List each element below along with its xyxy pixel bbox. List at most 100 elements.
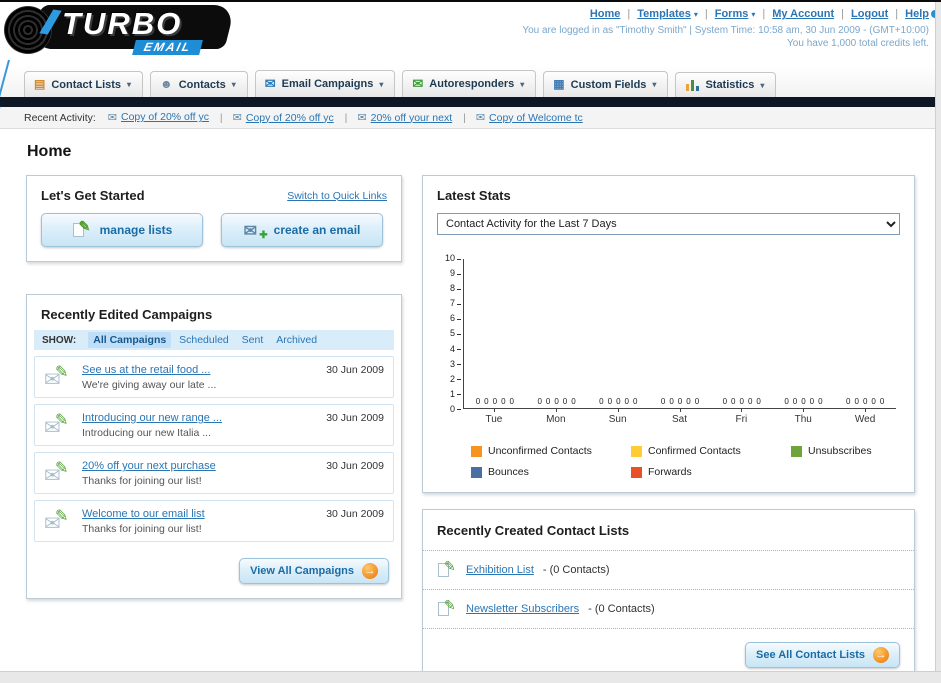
top-nav-item[interactable]: Logout ▾ bbox=[834, 8, 888, 20]
nav-tab[interactable]: Custom Fields ▾ bbox=[543, 71, 669, 97]
logo-subtext: EMAIL bbox=[132, 40, 204, 55]
recent-activity-item[interactable]: ✉ Copy of 20% off yc bbox=[108, 111, 209, 124]
chart-value-group: 00000 bbox=[711, 397, 773, 406]
main-navigation: Contact Lists ▾ Contacts ▾ Email Campaig… bbox=[0, 66, 941, 97]
nav-tab[interactable]: Autoresponders ▾ bbox=[402, 70, 537, 97]
campaign-title-link[interactable]: See us at the retail food ... bbox=[82, 364, 318, 376]
chart-y-axis: 10 9 8 7 6 5 4 3 2 1 0 bbox=[441, 253, 463, 415]
create-email-button[interactable]: ✉ ✚ create an email bbox=[221, 213, 383, 247]
contact-list-link[interactable]: Newsletter Subscribers bbox=[466, 603, 579, 615]
edit-list-icon: ✎ bbox=[437, 558, 457, 579]
nav-tab[interactable]: Email Campaigns ▾ bbox=[254, 70, 396, 97]
top-nav-item[interactable]: Help ▾ bbox=[888, 8, 929, 20]
recent-activity-link[interactable]: Copy of 20% off yc bbox=[121, 111, 209, 123]
campaign-row[interactable]: ✉ ✎ 20% off your next purchase Thanks fo… bbox=[34, 452, 394, 494]
top-nav-link[interactable]: Help bbox=[905, 8, 929, 20]
campaign-row[interactable]: ✉ ✎ See us at the retail food ... We're … bbox=[34, 356, 394, 398]
campaign-filter-tab[interactable]: Sent bbox=[237, 332, 269, 348]
campaign-filter-tab[interactable]: All Campaigns bbox=[88, 332, 172, 348]
chart-value-group: 00000 bbox=[587, 397, 649, 406]
y-axis-tick-label: 6 bbox=[441, 313, 463, 324]
campaign-date: 30 Jun 2009 bbox=[326, 508, 384, 520]
legend-item: Forwards bbox=[631, 466, 791, 478]
recent-activity-item[interactable]: ✉ Copy of 20% off yc bbox=[220, 111, 334, 125]
campaign-row[interactable]: ✉ ✎ Welcome to our email list Thanks for… bbox=[34, 500, 394, 542]
stats-period-select[interactable]: Contact Activity for the Last 7 Days bbox=[437, 213, 900, 235]
recent-activity-label: Recent Activity: bbox=[24, 111, 96, 124]
top-nav-link[interactable]: Templates bbox=[637, 8, 691, 20]
nav-tab[interactable]: Statistics ▾ bbox=[675, 72, 777, 97]
recent-contact-lists-title: Recently Created Contact Lists bbox=[437, 523, 630, 538]
recent-campaigns-title: Recently Edited Campaigns bbox=[41, 307, 213, 322]
recent-activity-link[interactable]: Copy of 20% off yc bbox=[246, 112, 334, 124]
campaign-row[interactable]: ✉ ✎ Introducing our new range ... Introd… bbox=[34, 404, 394, 446]
y-axis-tick-label: 10 bbox=[441, 253, 463, 264]
header: TURBO EMAIL Home ▾ Templates ▾ bbox=[0, 2, 941, 105]
edit-list-icon: ✎ bbox=[437, 597, 457, 618]
top-nav-item[interactable]: My Account ▾ bbox=[755, 8, 834, 20]
top-nav-link[interactable]: Forms bbox=[715, 8, 749, 20]
get-started-panel: Let's Get Started Switch to Quick Links … bbox=[26, 175, 402, 262]
nav-tab[interactable]: Contact Lists ▾ bbox=[24, 71, 144, 97]
pencil-icon: ✎ bbox=[444, 558, 456, 574]
top-nav-item[interactable]: Home ▾ bbox=[590, 8, 621, 20]
legend-label: Confirmed Contacts bbox=[648, 445, 741, 457]
nav-tab-label: Statistics bbox=[705, 79, 755, 91]
see-all-contact-lists-button[interactable]: See All Contact Lists → bbox=[744, 642, 900, 668]
x-axis-label: Mon bbox=[525, 409, 587, 425]
campaign-title-link[interactable]: Welcome to our email list bbox=[82, 508, 318, 520]
manage-lists-button[interactable]: ✎ manage lists bbox=[41, 213, 203, 247]
recent-activity-list: ✉ Copy of 20% off yc ✉ Copy of 20% off y… bbox=[100, 111, 583, 125]
app-logo[interactable]: TURBO EMAIL bbox=[4, 5, 244, 57]
top-nav-link[interactable]: My Account bbox=[772, 8, 834, 20]
nav-tab[interactable]: Contacts ▾ bbox=[150, 71, 248, 97]
email-campaigns-icon bbox=[265, 77, 276, 91]
switch-quick-links-link[interactable]: Switch to Quick Links bbox=[287, 190, 387, 202]
x-axis-label: Fri bbox=[710, 409, 772, 425]
recent-activity-link[interactable]: 20% off your next bbox=[371, 112, 453, 124]
campaign-filter-tab[interactable]: Scheduled bbox=[174, 332, 234, 348]
recent-activity-bar: Recent Activity: ✉ Copy of 20% off yc ✉ … bbox=[0, 107, 941, 129]
contact-list-item[interactable]: ✎ Exhibition List - (0 Contacts) bbox=[423, 551, 914, 590]
arrow-right-icon: → bbox=[362, 563, 378, 579]
campaign-title-link[interactable]: 20% off your next purchase bbox=[82, 460, 318, 472]
chevron-down-icon: ▾ bbox=[379, 79, 384, 89]
manage-lists-label: manage lists bbox=[99, 223, 173, 237]
data-value-label: 0 bbox=[731, 397, 736, 406]
see-all-contact-lists-label: See All Contact Lists bbox=[755, 649, 865, 661]
contact-list-item[interactable]: ✎ Newsletter Subscribers - (0 Contacts) bbox=[423, 590, 914, 629]
data-value-label: 0 bbox=[879, 397, 885, 406]
campaign-date: 30 Jun 2009 bbox=[326, 412, 384, 424]
recent-activity-link[interactable]: Copy of Welcome tc bbox=[489, 112, 583, 124]
campaign-filter-tab[interactable]: Archived bbox=[271, 332, 322, 348]
data-value-label: 0 bbox=[537, 397, 542, 406]
data-value-label: 0 bbox=[747, 397, 753, 406]
pencil-icon: ✎ bbox=[78, 218, 91, 234]
nav-tab-label: Custom Fields bbox=[570, 78, 647, 91]
data-value-label: 0 bbox=[624, 397, 629, 406]
recent-activity-item[interactable]: ✉ Copy of Welcome tc bbox=[463, 111, 583, 125]
chevron-down-icon: ▾ bbox=[652, 80, 657, 89]
top-nav-link[interactable]: Home bbox=[590, 8, 621, 20]
top-nav-link[interactable]: Logout bbox=[851, 8, 888, 20]
campaign-title-link[interactable]: Introducing our new range ... bbox=[82, 412, 318, 424]
view-all-campaigns-button[interactable]: View All Campaigns → bbox=[239, 558, 389, 584]
envelope-icon: ✉ bbox=[475, 112, 486, 125]
top-nav-item[interactable]: Forms ▾ bbox=[698, 8, 756, 20]
chart-value-group: 00000 bbox=[526, 397, 588, 406]
contact-list-link[interactable]: Exhibition List bbox=[466, 564, 534, 576]
chart-value-group: 00000 bbox=[464, 397, 526, 406]
chart-value-group: 00000 bbox=[773, 397, 835, 406]
y-axis-tick-label: 3 bbox=[441, 359, 463, 370]
recent-activity-item[interactable]: ✉ 20% off your next bbox=[345, 111, 453, 125]
data-value-label: 0 bbox=[722, 397, 728, 406]
view-all-campaigns-label: View All Campaigns bbox=[250, 565, 354, 577]
chart-legend: Unconfirmed Contacts Confirmed Contacts Un… bbox=[471, 445, 896, 478]
data-value-label: 0 bbox=[862, 397, 868, 406]
header-right: Home ▾ Templates ▾ Forms ▾ My Accou bbox=[522, 8, 939, 49]
data-value-label: 0 bbox=[616, 397, 621, 406]
top-nav-item[interactable]: Templates ▾ bbox=[620, 8, 698, 20]
envelope-icon: ✉ bbox=[232, 112, 242, 125]
contact-list-count: - (0 Contacts) bbox=[542, 564, 610, 576]
legend-swatch-icon bbox=[631, 445, 642, 457]
